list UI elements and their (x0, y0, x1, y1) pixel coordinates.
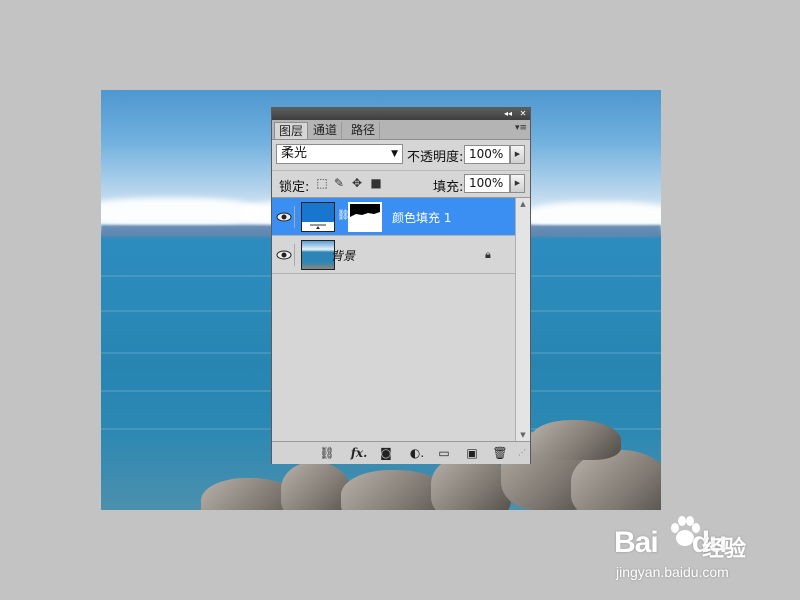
opacity-slider-button[interactable]: ▶ (510, 145, 525, 164)
close-icon[interactable]: ✕ (518, 109, 528, 119)
new-layer-icon[interactable]: ▣ (464, 445, 480, 461)
cloud (101, 198, 261, 228)
fill-slider-button[interactable]: ▶ (510, 174, 525, 193)
layers-list: ⛓ 颜色填充 1 背景 🔒︎ (272, 198, 515, 441)
scroll-up-icon[interactable]: ▲ (516, 198, 530, 210)
fx-icon[interactable]: fx. (348, 445, 370, 461)
background-thumbnail[interactable] (301, 240, 335, 270)
baidu-jingyan-watermark: Bai du 经验 jingyan.baidu.com (612, 514, 792, 584)
lock-all-icon[interactable]: ■ (369, 176, 383, 190)
fill-label: 填充: (433, 180, 464, 195)
fill-swatch-thumbnail[interactable] (301, 202, 335, 232)
layer-name: 背景 (331, 249, 356, 263)
lock-label: 锁定: (279, 180, 310, 195)
lock-icon: 🔒︎ (485, 248, 491, 261)
tab-channels[interactable]: 通道 (309, 122, 343, 139)
panel-titlebar[interactable]: ◂◂ ✕ (272, 108, 530, 120)
panel-menu-icon[interactable]: ▾≡ (515, 123, 527, 133)
eye-icon[interactable] (275, 206, 295, 228)
layer-color-fill[interactable]: ⛓ 颜色填充 1 (272, 198, 515, 236)
tab-layers[interactable]: 图层 (274, 122, 309, 139)
watermark-url: jingyan.baidu.com (616, 564, 729, 580)
collapse-icon[interactable]: ◂◂ (503, 109, 513, 119)
resize-grip-icon[interactable]: ⋰ (516, 445, 528, 461)
layer-name: 颜色填充 1 (392, 211, 452, 225)
opacity-label: 不透明度: (407, 150, 464, 165)
blend-mode-value: 柔光 (281, 146, 308, 161)
blend-mode-select[interactable]: 柔光 ▼ (276, 144, 403, 164)
new-group-icon[interactable]: ▭ (436, 445, 452, 461)
link-layers-icon[interactable]: ⛓ (318, 445, 336, 461)
lock-image-pixels-icon[interactable]: ✎ (332, 176, 346, 190)
panel-bottom-toolbar: ⛓ fx. ◙ ◐. ▭ ▣ 🗑︎ ⋰ (272, 441, 530, 464)
watermark-cn: 经验 (702, 537, 747, 562)
scroll-down-icon[interactable]: ▼ (516, 429, 530, 441)
lock-position-icon[interactable]: ✥ (350, 176, 364, 190)
panel-tabs: 图层 通道 路径 ▾≡ (272, 120, 530, 140)
blend-opacity-row: 柔光 ▼ 不透明度: 100% ▶ (272, 140, 530, 171)
chevron-down-icon: ▼ (391, 149, 398, 159)
lock-transparent-pixels-icon[interactable]: ⬚ (315, 176, 329, 190)
layer-mask-thumbnail[interactable] (348, 202, 382, 232)
eye-icon[interactable] (275, 244, 295, 266)
trash-icon[interactable]: 🗑︎ (492, 445, 508, 461)
layer-background[interactable]: 背景 🔒︎ (272, 236, 515, 274)
tab-paths[interactable]: 路径 (347, 122, 381, 139)
lock-fill-row: 锁定: ⬚ ✎ ✥ ■ 填充: 100% ▶ (272, 171, 530, 198)
rock (531, 420, 621, 460)
fill-field[interactable]: 100% (464, 174, 510, 193)
layers-panel: ◂◂ ✕ 图层 通道 路径 ▾≡ 柔光 ▼ 不透明度: 100% ▶ 锁定: ⬚… (271, 107, 531, 464)
add-mask-icon[interactable]: ◙ (378, 445, 394, 461)
opacity-field[interactable]: 100% (464, 145, 510, 164)
adjustment-layer-icon[interactable]: ◐. (408, 445, 426, 461)
layers-scrollbar[interactable]: ▲ ▼ (515, 198, 530, 441)
